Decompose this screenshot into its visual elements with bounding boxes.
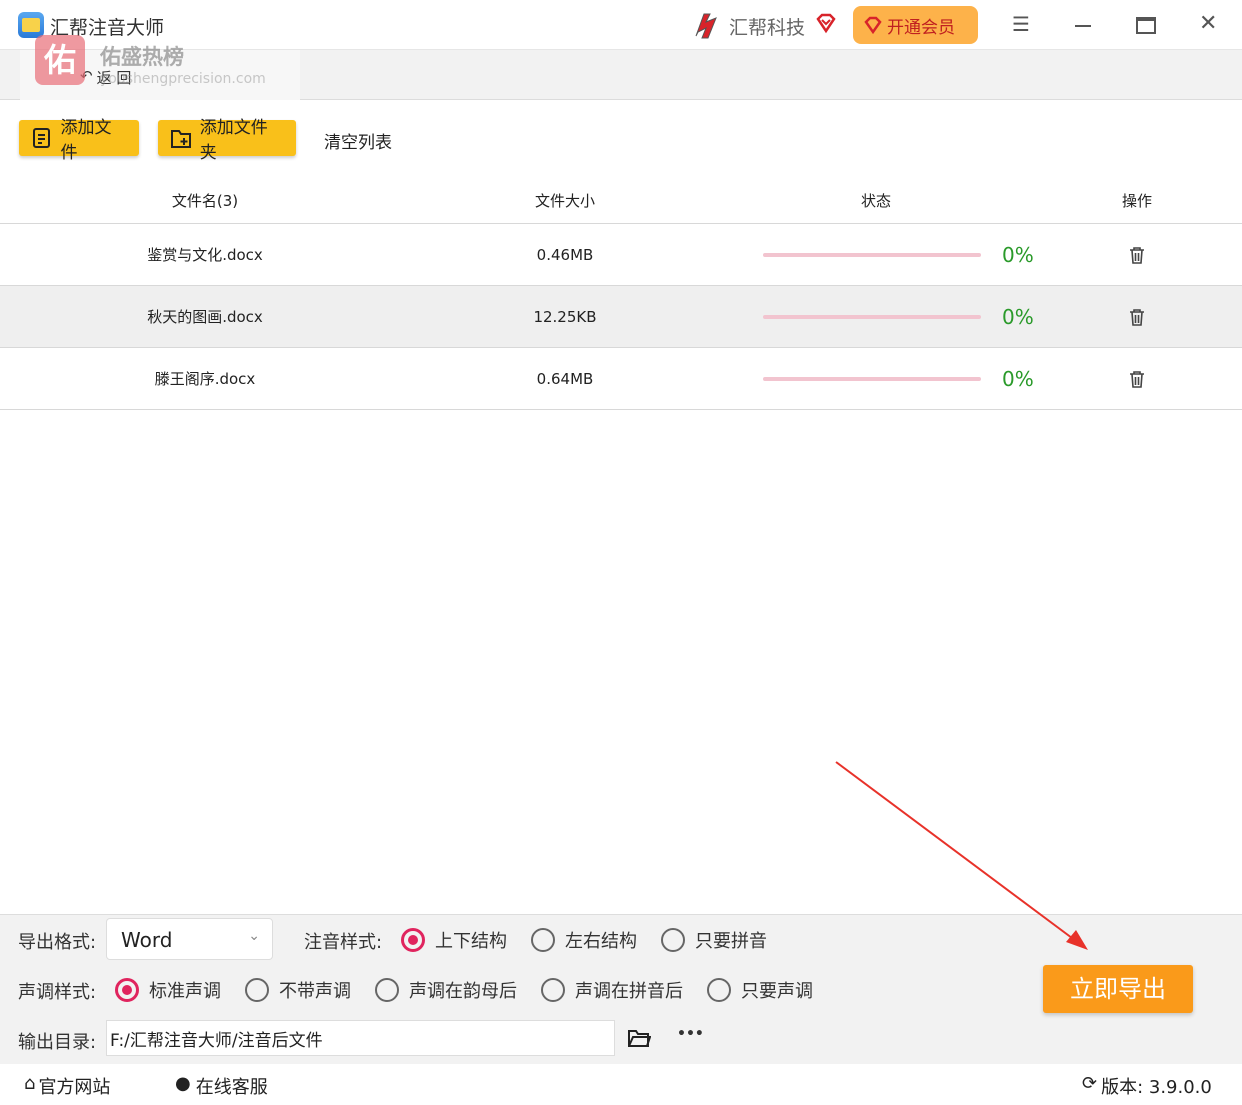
column-actions: 操作 (1121, 192, 1152, 210)
delete-icon[interactable] (1128, 370, 1146, 388)
file-name: 秋天的图画.docx (147, 308, 263, 326)
file-name: 滕王阁序.docx (154, 370, 256, 388)
add-folder-button[interactable]: 添加文件夹 (158, 118, 296, 163)
radio-tones-1[interactable]: 不带声调 (245, 977, 351, 1003)
watermark-logo: 佑 (35, 35, 85, 85)
folder-open-icon[interactable] (627, 1028, 651, 1048)
radio-pinyin_styles-1[interactable]: 左右结构 (531, 927, 637, 953)
vip-heart-icon (816, 13, 836, 34)
export-button[interactable]: 立即导出 (1043, 965, 1193, 1013)
title-bar: 汇帮注音大师 汇帮科技 开通会员 ☰ ✕ (0, 0, 1242, 50)
progress-percent: 0% (1002, 367, 1034, 391)
radio-checked-icon (115, 978, 139, 1002)
radio-tones-0[interactable]: 标准声调 (115, 977, 221, 1003)
output-label: 输出目录: (18, 1032, 97, 1053)
delete-icon[interactable] (1128, 308, 1146, 326)
radio-unchecked-icon (661, 928, 685, 952)
menu-icon[interactable]: ☰ (1012, 12, 1030, 36)
tone-style-label: 声调样式: (18, 982, 97, 1003)
radio-unchecked-icon (541, 978, 565, 1002)
add-folder-icon (171, 130, 191, 148)
table-row[interactable]: 鉴赏与文化.docx 0.46MB 0% (0, 224, 1242, 286)
format-label: 导出格式: (18, 932, 97, 953)
radio-label: 声调在拼音后 (575, 981, 683, 1002)
brand-logo-icon (695, 13, 717, 39)
format-select[interactable]: Word ⌄ (106, 918, 273, 960)
radio-checked-icon (401, 928, 425, 952)
website-label: 官方网站 (38, 1077, 111, 1098)
radio-label: 只要声调 (741, 981, 813, 1002)
home-icon: ⌂ (24, 1073, 36, 1094)
radio-label: 左右结构 (565, 931, 637, 952)
radio-label: 不带声调 (279, 981, 351, 1002)
headset-icon: ● (175, 1073, 191, 1094)
close-icon[interactable]: ✕ (1199, 11, 1217, 36)
clear-list-button[interactable]: 清空列表 (324, 128, 392, 153)
minimize-icon[interactable] (1075, 25, 1091, 27)
radio-tones-2[interactable]: 声调在韵母后 (375, 977, 517, 1003)
app-logo-icon (18, 12, 44, 38)
version-info[interactable]: ⟳ 版本: 3.9.0.0 (1082, 1073, 1212, 1099)
progress-percent: 0% (1002, 305, 1034, 329)
website-link[interactable]: ⌂ 官方网站 (24, 1073, 110, 1099)
add-file-icon (33, 128, 50, 148)
column-status: 状态 (860, 192, 891, 210)
radio-unchecked-icon (707, 978, 731, 1002)
column-filesize: 文件大小 (534, 192, 595, 210)
support-label: 在线客服 (195, 1077, 268, 1098)
radio-tones-4[interactable]: 只要声调 (707, 977, 813, 1003)
table-row[interactable]: 秋天的图画.docx 12.25KB 0% (0, 286, 1242, 348)
watermark-text: 佑盛热榜 (100, 45, 184, 69)
radio-unchecked-icon (245, 978, 269, 1002)
file-size: 0.46MB (536, 246, 594, 264)
chevron-down-icon: ⌄ (248, 928, 260, 944)
vip-heart-icon (864, 16, 882, 35)
delete-icon[interactable] (1128, 246, 1146, 264)
progress-percent: 0% (1002, 243, 1034, 267)
refresh-icon: ⟳ (1082, 1073, 1098, 1094)
radio-label: 上下结构 (435, 931, 507, 952)
support-link[interactable]: ● 在线客服 (175, 1073, 268, 1099)
table-row[interactable]: 滕王阁序.docx 0.64MB 0% (0, 348, 1242, 410)
radio-pinyin_styles-2[interactable]: 只要拼音 (661, 927, 767, 953)
radio-pinyin_styles-0[interactable]: 上下结构 (401, 927, 507, 953)
version-label: 版本: 3.9.0.0 (1101, 1077, 1212, 1098)
add-file-label: 添加文件 (60, 118, 112, 163)
maximize-icon[interactable] (1136, 17, 1156, 34)
file-size: 0.64MB (536, 370, 594, 388)
radio-label: 声调在韵母后 (409, 981, 517, 1002)
more-options-button[interactable]: ••• (677, 1026, 704, 1042)
radio-unchecked-icon (375, 978, 399, 1002)
radio-unchecked-icon (531, 928, 555, 952)
radio-label: 只要拼音 (695, 931, 767, 952)
progress-bar (763, 377, 981, 381)
watermark-url: youshengprecision.com (100, 71, 266, 87)
tone-style-radio-group: 标准声调 不带声调 声调在韵母后 声调在拼音后 只要声调 (115, 977, 813, 1003)
footer: ⌂ 官方网站 ● 在线客服 ⟳ 版本: 3.9.0.0 (0, 1064, 1242, 1105)
progress-bar (763, 315, 981, 319)
radio-label: 标准声调 (149, 981, 221, 1002)
output-path-input[interactable] (106, 1020, 615, 1056)
add-file-button[interactable]: 添加文件 (19, 118, 139, 163)
format-value: Word (121, 928, 173, 952)
vip-label: 开通会员 (887, 17, 955, 38)
pinyin-style-radio-group: 上下结构 左右结构 只要拼音 (401, 927, 767, 953)
progress-bar (763, 253, 981, 257)
pinyin-style-label: 注音样式: (304, 932, 383, 953)
file-size: 12.25KB (533, 308, 597, 326)
vip-button[interactable]: 开通会员 (853, 6, 978, 44)
brand-name: 汇帮科技 (729, 17, 806, 39)
column-filename: 文件名(3) (171, 192, 239, 210)
file-name: 鉴赏与文化.docx (147, 246, 263, 264)
radio-tones-3[interactable]: 声调在拼音后 (541, 977, 683, 1003)
add-folder-label: 添加文件夹 (199, 118, 268, 163)
